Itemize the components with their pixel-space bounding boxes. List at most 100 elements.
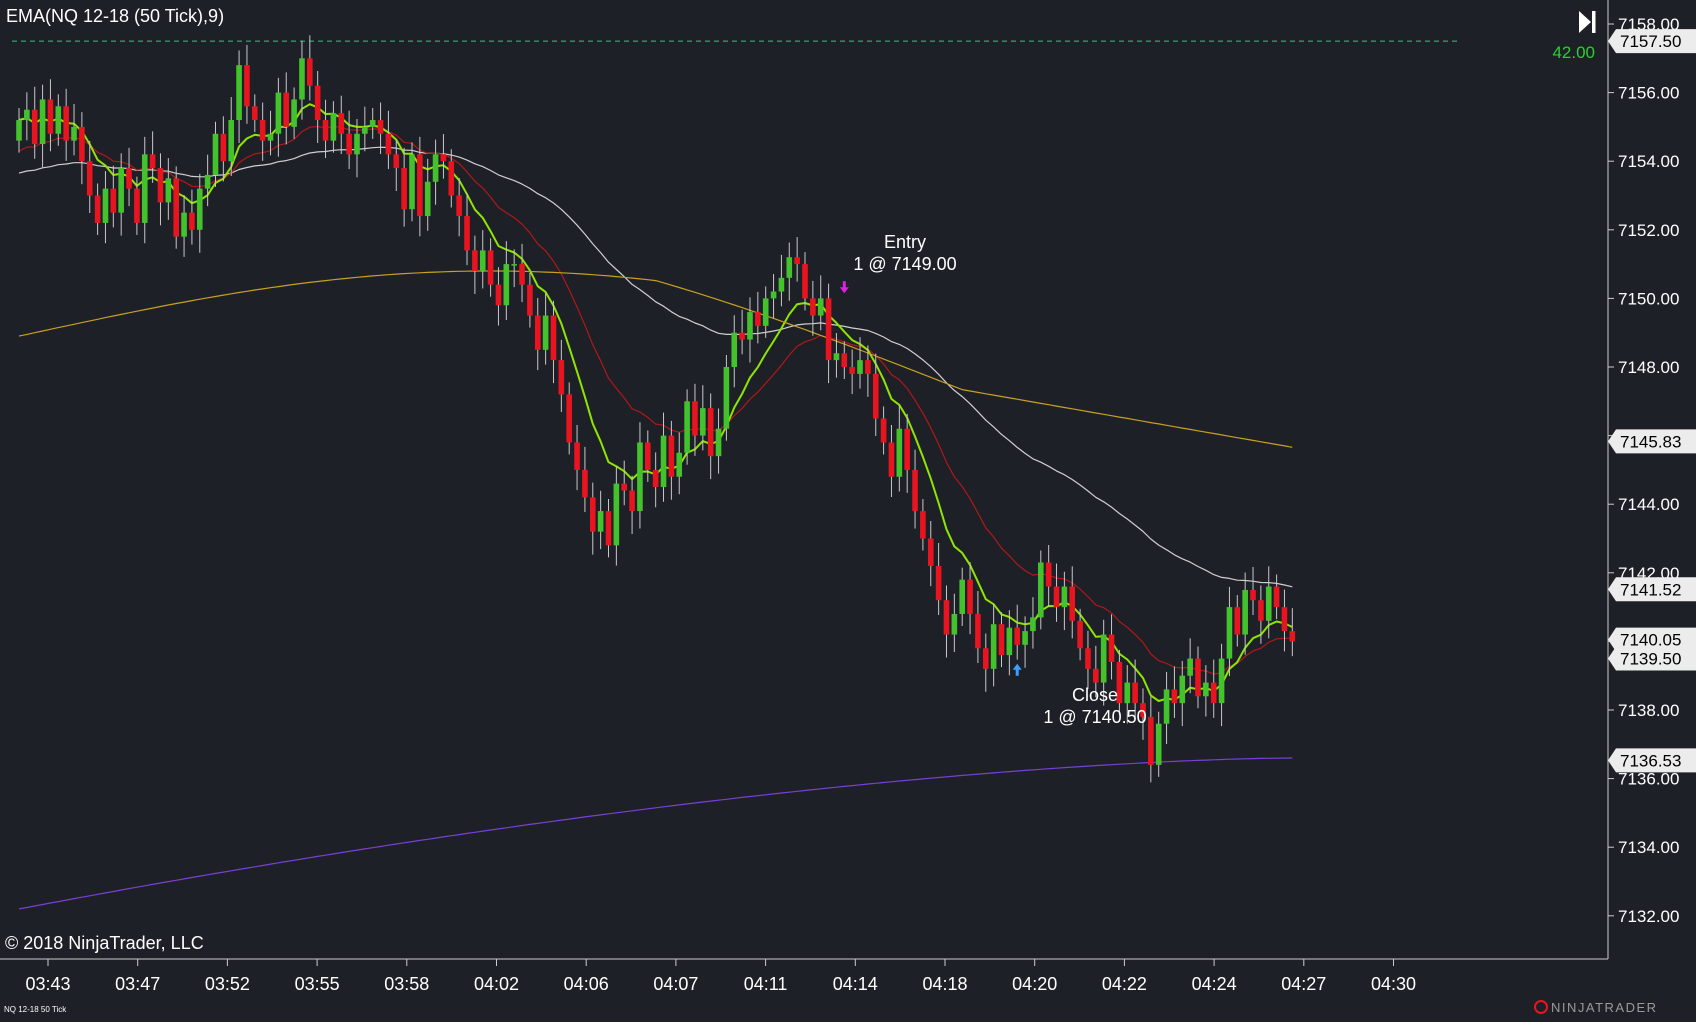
price-tick-label: 7134.00 bbox=[1618, 838, 1679, 857]
candle-body bbox=[723, 367, 730, 429]
candle-body bbox=[417, 154, 423, 217]
candle-body bbox=[1093, 668, 1099, 683]
candle-body bbox=[841, 353, 848, 367]
candle-body bbox=[385, 133, 392, 155]
instrument-tag: NQ 12-18 50 Tick bbox=[4, 1005, 67, 1014]
candlestick-chart[interactable]: Entry 1 @ 7149.00 Close 1 @ 7140.50 7158… bbox=[0, 0, 1696, 1017]
candle-body bbox=[511, 264, 517, 266]
candle-body bbox=[755, 312, 761, 326]
skip-to-end-icon[interactable] bbox=[1575, 8, 1599, 36]
candle-body bbox=[424, 181, 431, 217]
time-tick-label: 03:58 bbox=[384, 974, 429, 994]
candle-body bbox=[1155, 723, 1162, 765]
price-marker-label: 7139.50 bbox=[1620, 650, 1681, 669]
candle-body bbox=[16, 120, 22, 141]
candle-body bbox=[1281, 607, 1288, 632]
candle-body bbox=[707, 408, 714, 457]
chart-background bbox=[0, 0, 1696, 1017]
candle-body bbox=[786, 257, 793, 278]
top-value-label: 42.00 bbox=[1552, 43, 1595, 62]
candle-body bbox=[1132, 682, 1138, 704]
candle-body bbox=[432, 154, 439, 182]
candle-body bbox=[479, 250, 486, 271]
candle-body bbox=[362, 126, 368, 134]
time-tick-label: 04:27 bbox=[1281, 974, 1326, 994]
price-marker: 7139.50 bbox=[1608, 646, 1696, 671]
price-tick-label: 7136.00 bbox=[1618, 770, 1679, 789]
candle-body bbox=[794, 257, 800, 265]
candle-body bbox=[519, 264, 525, 285]
candle-body bbox=[739, 332, 745, 340]
price-marker: 7157.50 bbox=[1608, 29, 1696, 54]
candle-body bbox=[55, 106, 62, 134]
candle-body bbox=[464, 216, 470, 251]
candle-body bbox=[833, 353, 840, 361]
time-tick-label: 04:20 bbox=[1012, 974, 1057, 994]
time-tick-label: 04:14 bbox=[833, 974, 878, 994]
candle-body bbox=[149, 154, 156, 169]
candle-body bbox=[181, 212, 187, 237]
candle-body bbox=[346, 133, 352, 155]
candle-body bbox=[79, 126, 85, 162]
candle-body bbox=[393, 154, 400, 169]
candle-body bbox=[338, 113, 345, 134]
candle-body bbox=[810, 298, 816, 316]
candle-body bbox=[236, 65, 242, 121]
candle-body bbox=[825, 298, 832, 361]
time-tick-label: 03:47 bbox=[115, 974, 160, 994]
candle-body bbox=[330, 113, 337, 141]
candle-body bbox=[244, 65, 250, 107]
candle-body bbox=[747, 312, 753, 340]
price-marker: 7141.52 bbox=[1608, 577, 1696, 602]
candle-body bbox=[220, 133, 227, 162]
time-tick-label: 04:07 bbox=[653, 974, 698, 994]
price-tick-label: 7156.00 bbox=[1618, 84, 1679, 103]
candle-body bbox=[369, 120, 376, 127]
candle-body bbox=[872, 373, 879, 419]
candle-body bbox=[896, 428, 903, 477]
candle-body bbox=[291, 99, 297, 127]
indicator-label: EMA(NQ 12-18 (50 Tick),9) bbox=[6, 6, 224, 26]
candle-body bbox=[1148, 716, 1154, 765]
candle-body bbox=[1210, 682, 1217, 704]
candle-body bbox=[1100, 634, 1107, 683]
candle-body bbox=[613, 483, 620, 546]
candle-body bbox=[157, 168, 164, 203]
candle-body bbox=[1234, 607, 1241, 635]
candle-body bbox=[1061, 586, 1068, 608]
candle-body bbox=[189, 212, 195, 230]
candle-body bbox=[472, 250, 478, 271]
candle-body bbox=[998, 624, 1005, 656]
close-title-label: Close bbox=[1072, 685, 1118, 705]
candle-body bbox=[283, 92, 290, 127]
candle-body bbox=[589, 497, 596, 532]
candle-body bbox=[920, 511, 926, 539]
candle-body bbox=[141, 154, 148, 223]
candle-body bbox=[951, 613, 958, 635]
candle-body bbox=[1218, 658, 1225, 704]
time-tick-label: 03:43 bbox=[25, 974, 70, 994]
candle-body bbox=[401, 168, 407, 210]
candle-body bbox=[1289, 631, 1296, 642]
candle-body bbox=[275, 92, 282, 134]
candle-body bbox=[39, 99, 46, 145]
candle-body bbox=[629, 490, 635, 512]
candle-body bbox=[527, 284, 533, 316]
candle-body bbox=[1171, 689, 1178, 704]
time-tick-label: 04:22 bbox=[1102, 974, 1147, 994]
candle-body bbox=[975, 613, 981, 649]
candle-body bbox=[1124, 682, 1131, 704]
candle-body bbox=[1250, 589, 1256, 601]
candle-body bbox=[597, 511, 604, 532]
candle-body bbox=[1108, 634, 1115, 662]
close-detail-label: 1 @ 7140.50 bbox=[1043, 707, 1146, 727]
price-marker-label: 7141.52 bbox=[1620, 580, 1681, 599]
candle-body bbox=[770, 291, 777, 299]
candle-body bbox=[440, 154, 447, 162]
candle-body bbox=[566, 394, 572, 443]
candle-body bbox=[31, 109, 38, 145]
candle-body bbox=[1226, 607, 1233, 659]
candle-body bbox=[676, 452, 683, 477]
candle-body bbox=[904, 428, 910, 470]
price-tick-label: 7132.00 bbox=[1618, 907, 1679, 926]
